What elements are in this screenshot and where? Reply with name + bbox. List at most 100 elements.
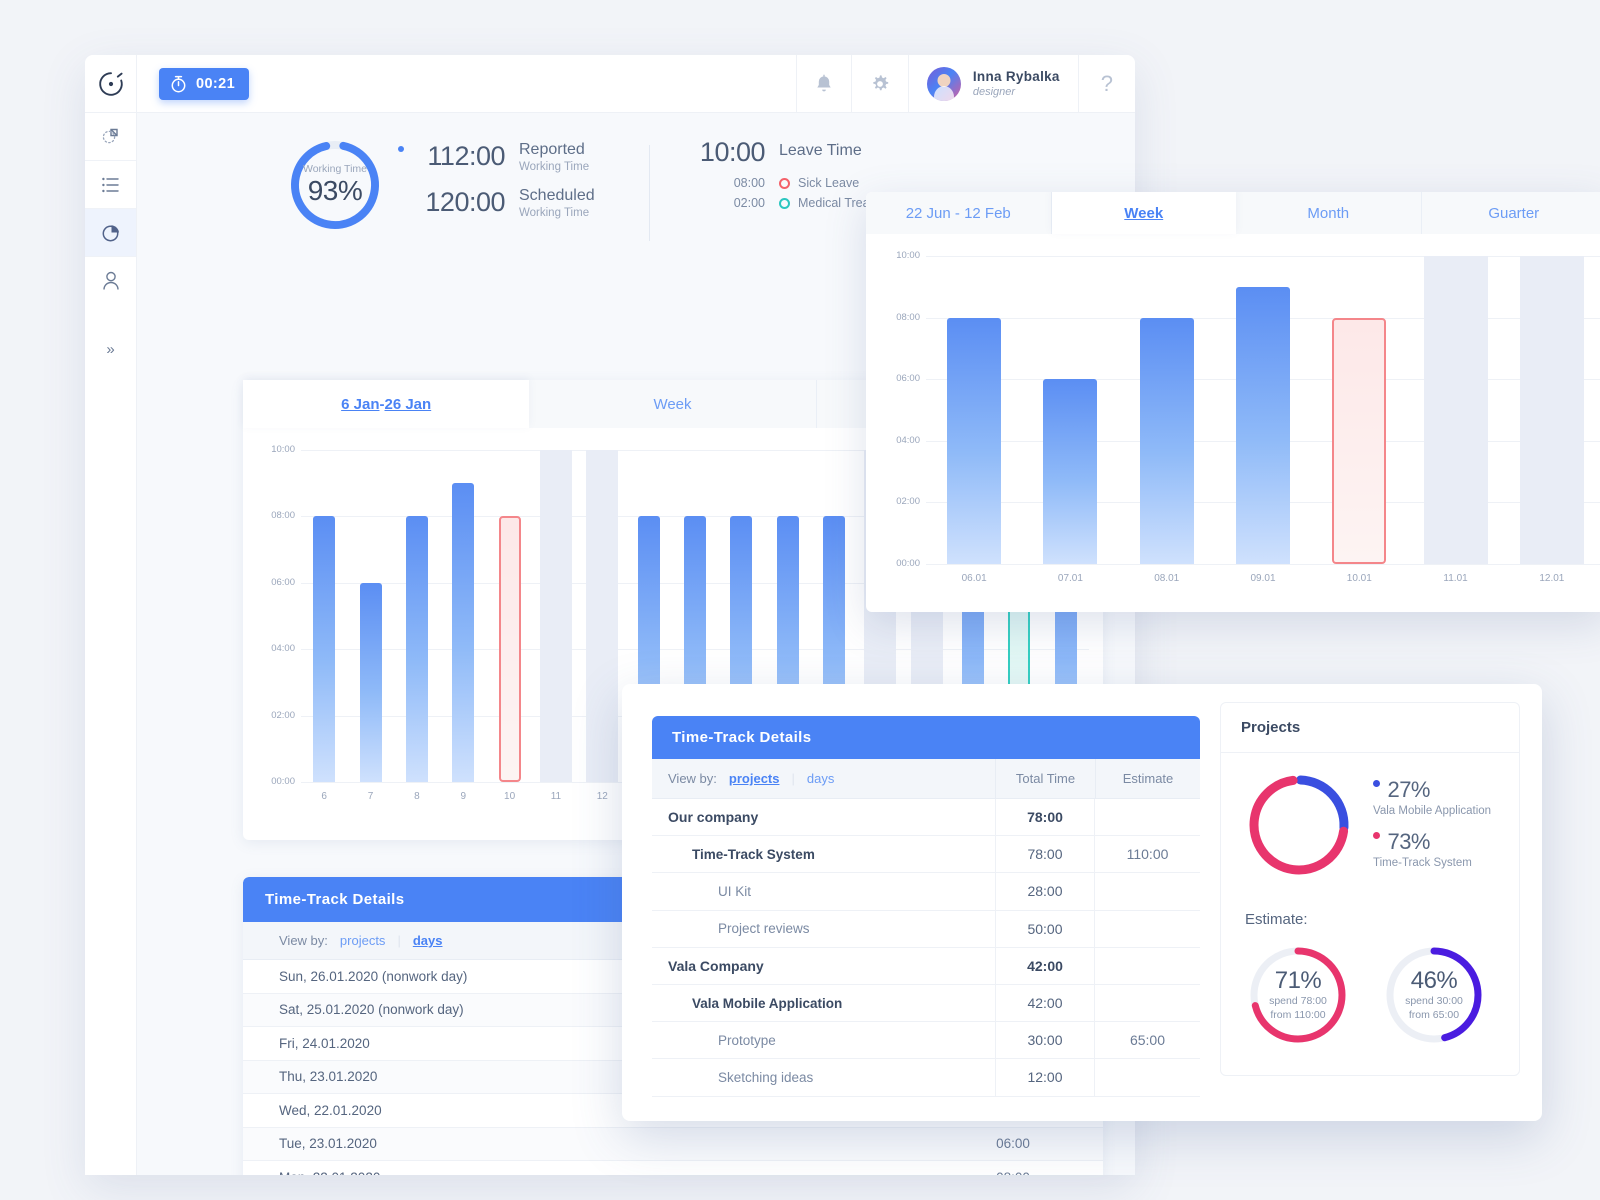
app-logo[interactable] [85,55,136,113]
timer-button[interactable]: 00:21 [159,67,250,100]
grid-line [926,256,1600,257]
x-axis-tick-label: 8 [414,791,420,802]
legend-dot-vala [1373,780,1380,787]
working-time-ring: Working Time 93% [285,135,385,240]
bar [405,516,428,782]
estimate-46-line2: from 65:00 [1408,1009,1460,1021]
tab-week-week[interactable]: Week [1051,192,1236,234]
project-name: Vala Mobile Application [692,995,843,1011]
table-row[interactable]: Vala Mobile Application 42:00 [652,984,1200,1023]
project-total: 78:00 [995,799,1095,836]
pie-chart-icon [102,224,119,241]
project-estimate: 110:00 [1126,846,1169,863]
viewby-projects-link[interactable]: projects [340,933,386,948]
table-row[interactable]: Prototype 30:00 65:00 [652,1022,1200,1060]
project-name: UI Kit [718,883,752,899]
estimate-71-line1: spend 78:00 [1269,995,1327,1008]
stopwatch-icon [171,75,186,92]
day-name: Tue, 23.01.2020 [279,1136,377,1152]
bar [313,516,336,782]
user-role: designer [972,86,1016,98]
modal-title: Time-Track Details [652,716,1200,759]
table-row[interactable]: Vala Company 42:00 [652,947,1200,985]
y-axis-tick-label: 10:00 [896,250,920,261]
sick-leave-label: Sick Leave [798,176,860,190]
tab-week-month[interactable]: Month [1236,192,1422,234]
week-bar-chart: 00:00 02:00 04:00 06:00 08:00 10:00 06.01 07.01… [866,234,1600,612]
user-menu[interactable]: Inna Rybalka designer [907,55,1078,112]
sidebar-item-profile[interactable] [85,257,136,305]
x-axis-tick-label: 7 [367,791,374,802]
table-row[interactable]: Mon, 22.01.202008:00 [243,1161,1103,1175]
help-button[interactable]: ? [1077,55,1135,112]
sidebar-item-dashboard[interactable] [85,209,136,257]
modal-col-estimate: Estimate [1095,759,1200,798]
bar-nonwork [586,450,619,782]
modal-viewby-projects-link[interactable]: projects [729,771,780,786]
modal-viewby: View by: projects | days Total Time Esti… [652,759,1200,799]
x-axis-tick-label: 11 [550,791,562,802]
bar [1236,286,1290,564]
notifications-button[interactable] [795,55,851,112]
y-axis-tick-label: 00:00 [896,558,920,569]
reported-value: 112:00 [427,141,505,171]
projects-title: Projects [1221,703,1519,753]
x-axis-tick-label: 10 [504,791,516,802]
project-total: 50:00 [995,910,1095,947]
tab-week[interactable]: Week [529,380,817,428]
day-name: Mon, 22.01.2020 [243,1170,923,1175]
modal-viewby-days-link[interactable]: days [807,771,834,786]
settings-button[interactable] [850,55,908,112]
user-name: Inna Rybalka [972,69,1060,84]
table-row[interactable]: Time-Track System 78:00 110:00 [652,836,1200,874]
sidebar-expand-button[interactable]: » [85,327,136,371]
table-row[interactable]: Project reviews 50:00 [652,910,1200,948]
estimate-donut-71: 71% spend 78:00 from 110:00 [1243,940,1353,1055]
bar-nonwork [1519,256,1584,564]
table-row[interactable]: Sketching ideas 12:00 [652,1059,1200,1097]
table-row[interactable]: UI Kit 28:00 [652,873,1200,911]
week-chart-panel: 22 Jun - 12 Feb Week Month Guarter 00:00… [866,192,1600,612]
help-icon: ? [1100,70,1113,96]
ring-label: Working Time [303,163,367,175]
sidebar-item-list[interactable] [85,161,136,209]
bar [1043,379,1098,564]
y-axis-tick-label: 08:00 [896,311,920,323]
leave-label: Leave Time [779,142,862,159]
viewby-days-link[interactable]: days [413,933,443,948]
table-row[interactable]: Tue, 23.01.2020 06:00 [243,1127,1103,1161]
tab-week-quarter[interactable]: Guarter [1422,192,1600,234]
project-total: 42:00 [995,947,1095,984]
sick-leave-icon [779,177,790,189]
bar [359,582,382,782]
sidebar: » [85,55,137,1175]
project-name: Time-Track System [692,846,815,862]
gear-icon [873,74,889,90]
tab-date-to: 26 Jan [384,395,432,413]
tab-week-range[interactable]: 22 Jun - 12 Feb [866,192,1052,234]
tab-date-range[interactable]: 6 Jan - 26 Jan [243,380,530,428]
bar-nonwork [539,450,572,782]
modal-viewby-label: View by: [668,771,717,786]
projects-card: Projects 27% Vala Mobile Application 73%… [1220,702,1520,1076]
y-axis-tick-label: 02:00 [271,709,295,721]
x-axis-tick-label: 12.01 [1539,573,1565,584]
project-name: Our company [668,809,759,826]
project-total: 28:00 [995,873,1095,910]
sidebar-item-reports[interactable] [85,113,136,161]
sidebar-divider [85,305,136,327]
bar-nonwork [1423,256,1488,564]
bar-highlight-red [1332,317,1387,564]
screen: » 00:21 Inna Rybalka designer ? Working … [0,0,1600,1200]
y-axis-tick-label: 04:00 [896,434,920,446]
avatar [926,66,961,101]
timer-value: 00:21 [196,75,236,92]
project-total: 42:00 [995,984,1095,1022]
table-row[interactable]: Our company 78:00 [652,799,1200,837]
day-total: 06:00 [996,1136,1030,1152]
project-name: Project reviews [718,921,810,937]
medical-time: 02:00 [733,196,765,210]
x-axis-tick-label: 12 [596,791,608,802]
legend-dot-tts [1373,832,1380,839]
project-total: 78:00 [995,836,1095,873]
